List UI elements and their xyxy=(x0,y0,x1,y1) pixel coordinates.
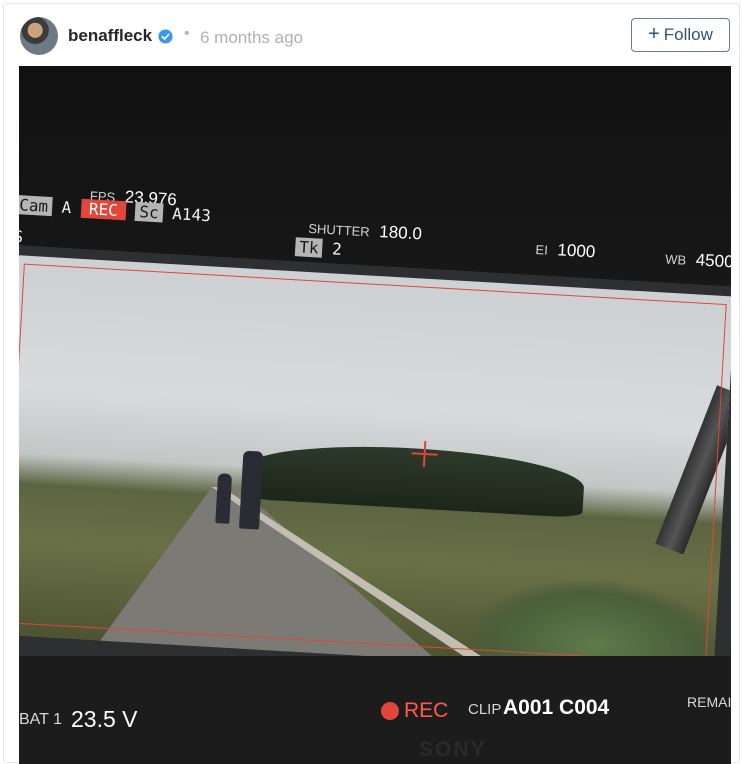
plus-icon: + xyxy=(648,23,660,45)
camera-monitor: FPS 23.976 Cam A REC Sc A143 SHUTTER 180… xyxy=(19,174,731,737)
shutter-label: SHUTTER xyxy=(307,220,371,240)
ei-value: 1000 xyxy=(556,240,596,262)
post-card: benaffleck • 6 months ago + Follow FPS 2… xyxy=(3,3,740,764)
brand-logo: SONY xyxy=(419,738,487,761)
ei-label: EI xyxy=(535,242,549,258)
post-header: benaffleck • 6 months ago + Follow xyxy=(4,4,739,68)
side-indicator: S xyxy=(19,226,24,247)
battery-value: 23.5 V xyxy=(71,706,138,732)
sc-value: A143 xyxy=(171,204,212,226)
post-timestamp[interactable]: 6 months ago xyxy=(200,28,303,48)
take-readout: Tk 2 xyxy=(294,237,343,259)
verified-badge-icon xyxy=(158,29,173,44)
record-label: REC xyxy=(404,699,449,722)
remain-label: REMAIN xyxy=(687,694,731,710)
record-dot-icon xyxy=(381,702,399,720)
rec-tag: REC xyxy=(80,198,127,221)
follow-label: Follow xyxy=(663,25,713,44)
clip-value: A001 C004 xyxy=(503,696,610,719)
clip-label: CLIP xyxy=(468,701,502,718)
ei-readout: EI 1000 xyxy=(535,239,596,262)
cam-value: A xyxy=(61,197,72,218)
tk-label: Tk xyxy=(294,237,324,258)
post-image[interactable]: FPS 23.976 Cam A REC Sc A143 SHUTTER 180… xyxy=(19,66,731,764)
avatar[interactable] xyxy=(20,17,58,55)
follow-button[interactable]: + Follow xyxy=(631,18,730,52)
shutter-value: 180.0 xyxy=(378,222,423,244)
username-link[interactable]: benaffleck xyxy=(68,26,152,46)
sc-label: Sc xyxy=(134,201,164,223)
frame-guide xyxy=(19,263,727,664)
cam-label: Cam xyxy=(19,195,53,217)
battery-label: BAT 1 xyxy=(19,711,62,728)
wb-value: 4500 xyxy=(695,250,731,272)
separator-dot: • xyxy=(184,25,190,42)
tk-value: 2 xyxy=(331,239,343,259)
wb-label: WB xyxy=(664,251,687,268)
center-crosshair-icon xyxy=(411,440,438,467)
wb-readout: WB 4500 xyxy=(665,249,731,273)
